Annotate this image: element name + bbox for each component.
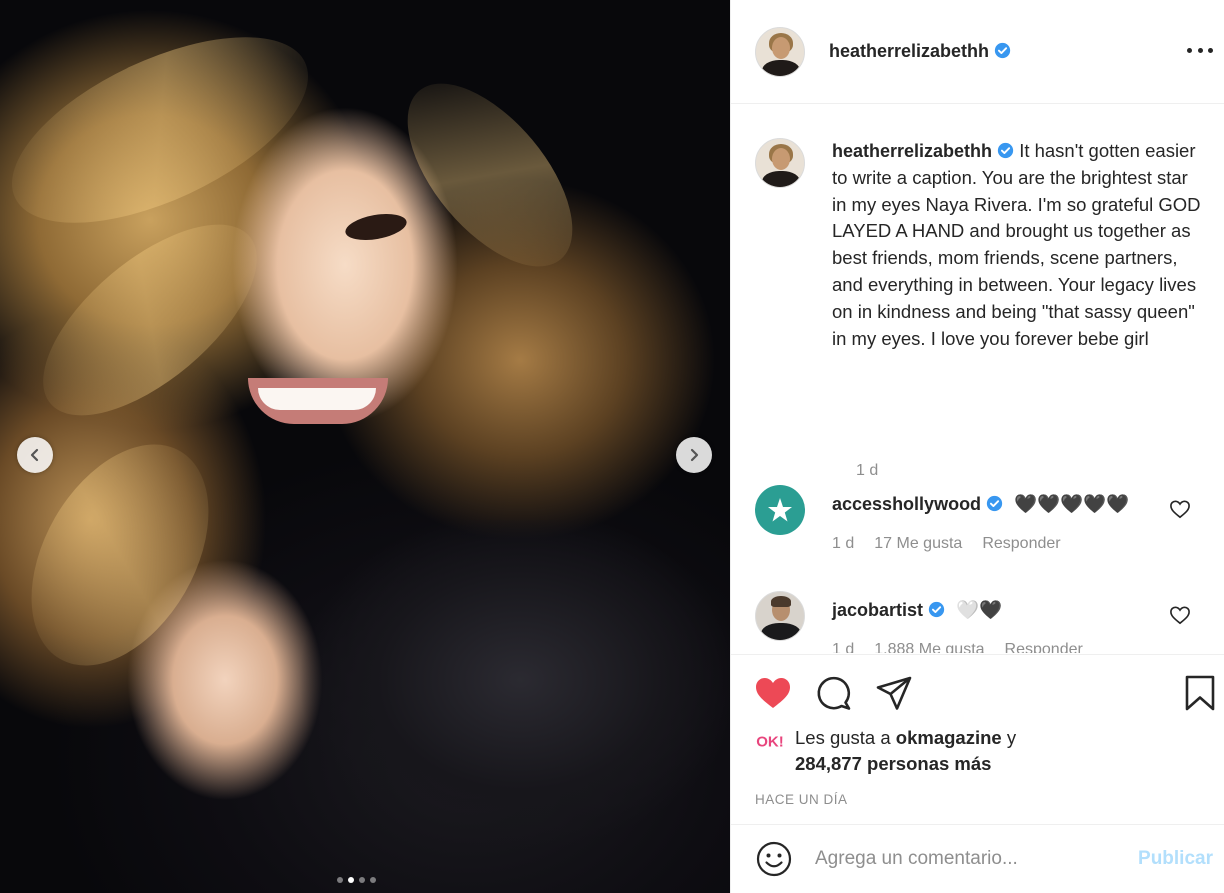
likes-prefix: Les gusta a <box>795 727 891 748</box>
caption-time[interactable]: 1 d <box>856 462 878 480</box>
comment-composer: Publicar <box>731 824 1224 893</box>
comment-text-row: accesshollywood 🖤🖤🖤🖤🖤 <box>832 493 1129 515</box>
more-options-icon[interactable] <box>1187 40 1213 60</box>
photo-detail <box>258 388 376 410</box>
emoji-icon[interactable] <box>755 840 793 878</box>
reply-button[interactable]: Responder <box>1005 641 1083 653</box>
comment-likes[interactable]: 17 Me gusta <box>874 535 962 553</box>
chevron-right-icon <box>690 448 699 462</box>
photo-detail <box>0 520 730 893</box>
comment-icon[interactable] <box>814 673 854 713</box>
share-icon[interactable] <box>874 673 914 713</box>
caption-text: heatherrelizabethh It hasn't gotten easi… <box>832 138 1202 352</box>
carousel-dot <box>348 877 354 883</box>
comments-list[interactable]: heatherrelizabethh It hasn't gotten easi… <box>731 105 1224 653</box>
commenter-avatar[interactable] <box>755 591 805 641</box>
chevron-left-icon <box>30 448 39 462</box>
photo-detail <box>11 190 289 450</box>
comment-time[interactable]: 1 d <box>832 535 854 553</box>
post-header: heatherrelizabethh <box>731 0 1224 104</box>
post-photo[interactable] <box>0 0 730 893</box>
likes-text: Les gusta a okmagazine y 284,877 persona… <box>795 725 1016 777</box>
verified-badge-icon <box>994 42 1011 59</box>
verified-badge-icon <box>986 495 1003 512</box>
liker-username[interactable]: okmagazine <box>896 727 1002 748</box>
author-username[interactable]: heatherrelizabethh <box>829 41 989 61</box>
comment-time[interactable]: 1 d <box>832 641 854 653</box>
next-slide-button[interactable] <box>676 437 712 473</box>
photo-detail <box>377 55 603 295</box>
carousel-dot <box>337 877 343 883</box>
caption-body: It hasn't gotten easier to write a capti… <box>832 140 1201 349</box>
carousel-dot <box>359 877 365 883</box>
publish-button[interactable]: Publicar <box>1138 848 1213 870</box>
comment-input[interactable] <box>815 848 1139 870</box>
post-details-panel: heatherrelizabethh heatherrelizabethh It… <box>730 0 1224 893</box>
author-name-row: heatherrelizabethh <box>829 41 1011 62</box>
comment-item: accesshollywood 🖤🖤🖤🖤🖤 1 d 17 Me gusta Re… <box>755 485 1205 552</box>
likes-count[interactable]: 284,877 personas más <box>795 753 991 774</box>
comment-text: 🤍🖤 <box>956 599 1003 620</box>
likes-joiner: y <box>1006 727 1017 748</box>
comment-item: jacobartist 🤍🖤 1 d 1.888 Me gusta Respon… <box>755 591 1205 653</box>
photo-detail <box>343 209 409 245</box>
bookmark-icon[interactable] <box>1180 673 1220 713</box>
comment-text-row: jacobartist 🤍🖤 <box>832 599 1002 621</box>
caption-avatar[interactable] <box>755 138 805 188</box>
star-logo-icon <box>768 498 792 522</box>
reply-button[interactable]: Responder <box>982 535 1060 553</box>
okmagazine-logo: OK! <box>755 731 785 751</box>
commenter-avatar[interactable] <box>755 485 805 535</box>
comment-meta: 1 d 1.888 Me gusta Responder <box>832 641 1083 653</box>
post-actions: OK! Les gusta a okmagazine y 284,877 per… <box>731 654 1224 824</box>
heart-icon[interactable] <box>753 673 793 713</box>
commenter-username[interactable]: jacobartist <box>832 600 923 620</box>
author-avatar[interactable] <box>755 26 805 77</box>
comment-likes[interactable]: 1.888 Me gusta <box>874 641 984 653</box>
svg-text:OK!: OK! <box>756 734 784 751</box>
photo-detail <box>0 0 335 262</box>
likes-summary: OK! Les gusta a okmagazine y 284,877 per… <box>755 725 1016 777</box>
like-comment-icon[interactable] <box>1169 499 1191 519</box>
posted-time[interactable]: HACE UN DÍA <box>755 792 848 807</box>
verified-badge-icon <box>997 142 1014 159</box>
like-comment-icon[interactable] <box>1169 605 1191 625</box>
verified-badge-icon <box>928 601 945 618</box>
comment-meta: 1 d 17 Me gusta Responder <box>832 535 1061 553</box>
previous-slide-button[interactable] <box>17 437 53 473</box>
caption-username[interactable]: heatherrelizabethh <box>832 141 992 161</box>
carousel-indicator <box>337 877 376 883</box>
comment-text: 🖤🖤🖤🖤🖤 <box>1014 493 1130 514</box>
carousel-dot <box>370 877 376 883</box>
commenter-username[interactable]: accesshollywood <box>832 494 981 514</box>
